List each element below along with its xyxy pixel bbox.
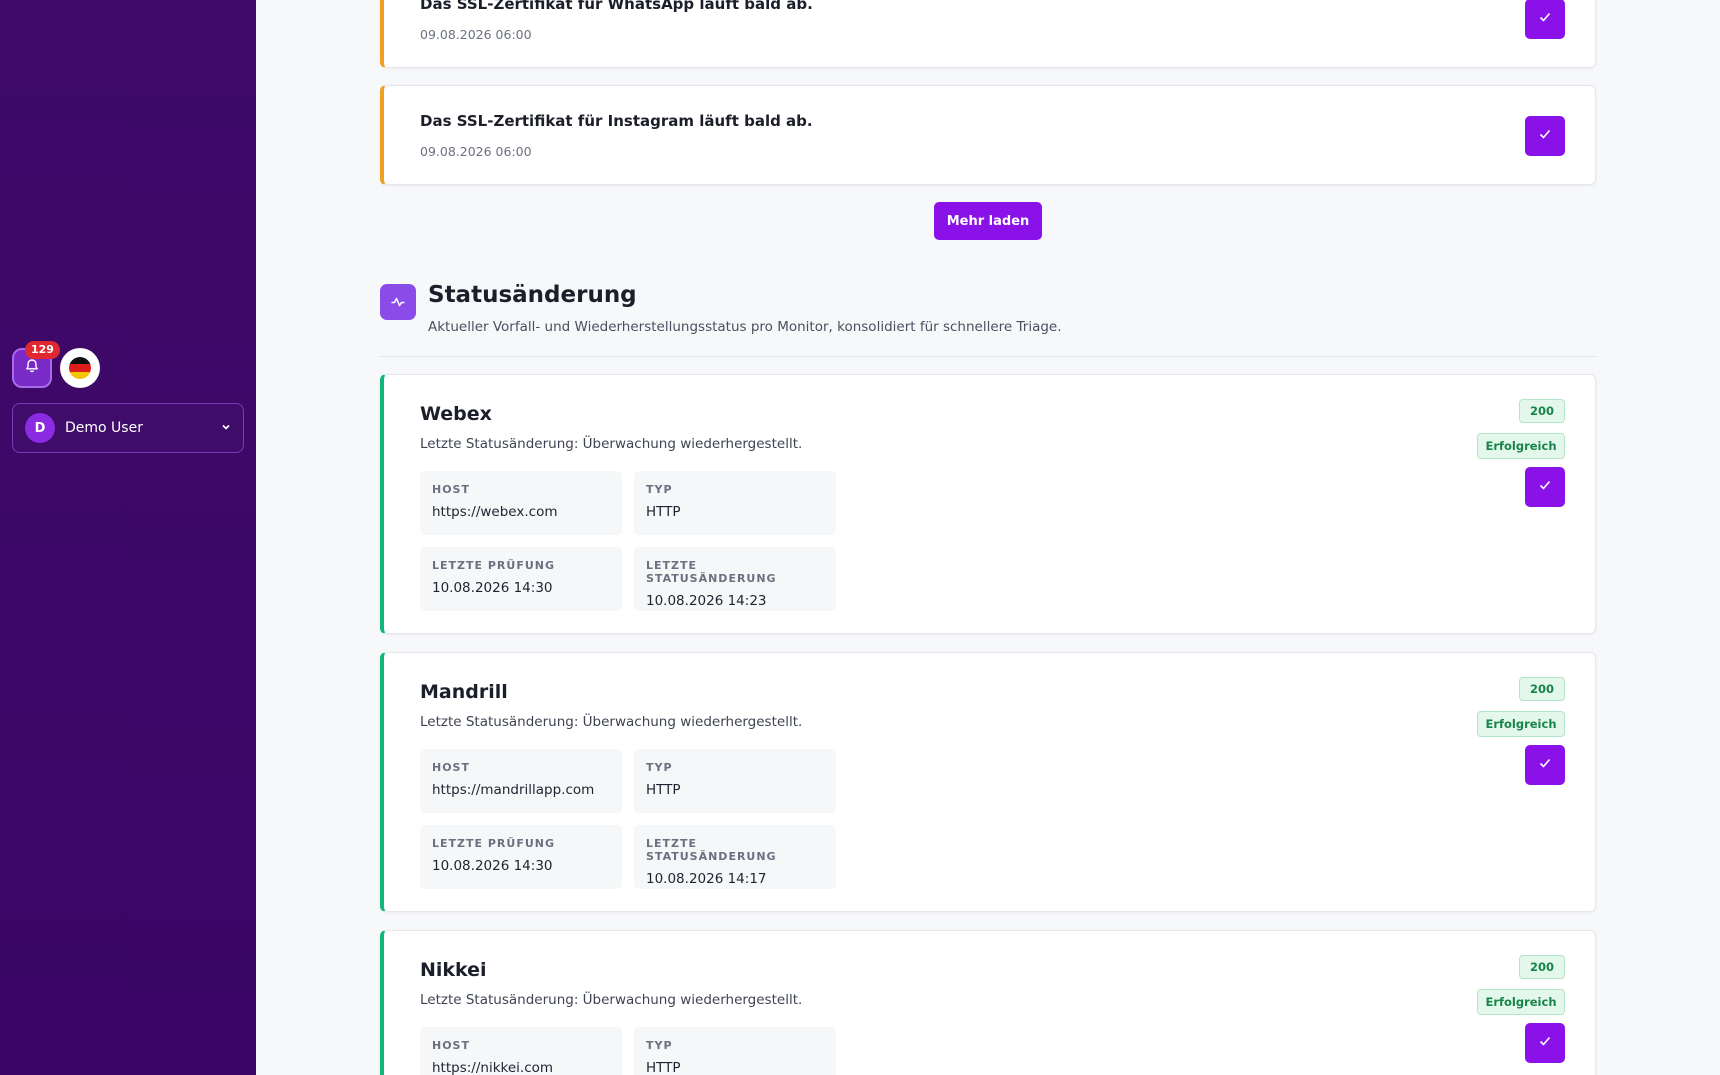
status-code-badge: 200 xyxy=(1519,399,1565,423)
acknowledge-button[interactable] xyxy=(1525,0,1565,39)
status-badge: Erfolgreich xyxy=(1477,711,1565,737)
check-icon xyxy=(1537,126,1553,146)
field-value: 10.08.2026 14:23 xyxy=(646,593,767,609)
field-value: 10.08.2026 14:17 xyxy=(646,871,767,887)
load-more-button[interactable]: Mehr laden xyxy=(934,202,1042,240)
acknowledge-button[interactable] xyxy=(1525,745,1565,785)
field-value: 10.08.2026 14:30 xyxy=(432,580,553,596)
check-icon xyxy=(1537,1033,1553,1053)
user-name: Demo User xyxy=(65,420,143,436)
last-check-field: Letzte Prüfung 10.08.2026 14:30 xyxy=(420,547,622,611)
alert-card: Das SSL-Zertifikat für Instagram läuft b… xyxy=(380,85,1596,185)
monitor-card: Webex Letzte Statusänderung: Überwachung… xyxy=(380,374,1596,634)
field-value: HTTP xyxy=(646,504,681,520)
type-field: Typ HTTP xyxy=(634,1027,836,1075)
alert-time: 09.08.2026 06:00 xyxy=(420,27,532,42)
field-label: Host xyxy=(432,483,470,496)
type-field: Typ HTTP xyxy=(634,749,836,813)
monitor-description: Letzte Statusänderung: Überwachung wiede… xyxy=(420,714,803,730)
field-value: HTTP xyxy=(646,1060,681,1075)
alert-title: Das SSL-Zertifikat für Instagram läuft b… xyxy=(420,112,813,130)
acknowledge-button[interactable] xyxy=(1525,116,1565,156)
user-menu[interactable]: D Demo User xyxy=(12,403,244,453)
field-label: Letzte Prüfung xyxy=(432,559,555,572)
divider xyxy=(380,356,1596,357)
language-switcher[interactable] xyxy=(60,348,100,388)
status-code-badge: 200 xyxy=(1519,677,1565,701)
bell-icon xyxy=(24,358,40,378)
check-icon xyxy=(1537,477,1553,497)
field-value: https://mandrillapp.com xyxy=(432,782,595,798)
field-label: Typ xyxy=(646,483,673,496)
monitor-description: Letzte Statusänderung: Überwachung wiede… xyxy=(420,436,803,452)
sidebar-tools: 129 xyxy=(12,341,100,388)
host-field: Host https://nikkei.com xyxy=(420,1027,622,1075)
monitor-card: Mandrill Letzte Statusänderung: Überwach… xyxy=(380,652,1596,912)
field-label: Typ xyxy=(646,1039,673,1052)
monitor-description: Letzte Statusänderung: Überwachung wiede… xyxy=(420,992,803,1008)
field-label: Letzte Statusänderung xyxy=(646,559,777,585)
last-change-field: Letzte Statusänderung 10.08.2026 14:23 xyxy=(634,547,836,611)
field-label: Host xyxy=(432,761,470,774)
type-field: Typ HTTP xyxy=(634,471,836,535)
alert-time: 09.08.2026 06:00 xyxy=(420,144,532,159)
status-badge: Erfolgreich xyxy=(1477,433,1565,459)
chevron-down-icon xyxy=(221,422,231,435)
last-change-field: Letzte Statusänderung 10.08.2026 14:17 xyxy=(634,825,836,889)
field-label: Typ xyxy=(646,761,673,774)
host-field: Host https://mandrillapp.com xyxy=(420,749,622,813)
monitor-name: Webex xyxy=(420,403,492,425)
status-code-badge: 200 xyxy=(1519,955,1565,979)
section-title: Statusänderung xyxy=(428,282,637,308)
notifications-button[interactable]: 129 xyxy=(12,341,60,388)
status-badge: Erfolgreich xyxy=(1477,989,1565,1015)
field-label: Host xyxy=(432,1039,470,1052)
monitor-card: Nikkei Letzte Statusänderung: Überwachun… xyxy=(380,930,1596,1075)
avatar: D xyxy=(25,413,55,443)
monitor-name: Mandrill xyxy=(420,681,508,703)
check-icon xyxy=(1537,9,1553,29)
field-value: https://nikkei.com xyxy=(432,1060,554,1075)
field-value: https://webex.com xyxy=(432,504,558,520)
field-value: 10.08.2026 14:30 xyxy=(432,858,553,874)
german-flag-icon xyxy=(69,357,91,379)
alert-title: Das SSL-Zertifikat für WhatsApp läuft ba… xyxy=(420,0,813,13)
sidebar: 129 D Demo User xyxy=(0,0,256,1075)
section-subtitle: Aktueller Vorfall- und Wiederherstellung… xyxy=(428,319,1062,335)
activity-icon xyxy=(380,284,416,320)
field-label: Letzte Statusänderung xyxy=(646,837,777,863)
last-check-field: Letzte Prüfung 10.08.2026 14:30 xyxy=(420,825,622,889)
alert-card: Das SSL-Zertifikat für WhatsApp läuft ba… xyxy=(380,0,1596,68)
monitor-name: Nikkei xyxy=(420,959,487,981)
check-icon xyxy=(1537,755,1553,775)
host-field: Host https://webex.com xyxy=(420,471,622,535)
field-value: HTTP xyxy=(646,782,681,798)
acknowledge-button[interactable] xyxy=(1525,467,1565,507)
field-label: Letzte Prüfung xyxy=(432,837,555,850)
notification-count-badge: 129 xyxy=(25,341,60,359)
acknowledge-button[interactable] xyxy=(1525,1023,1565,1063)
